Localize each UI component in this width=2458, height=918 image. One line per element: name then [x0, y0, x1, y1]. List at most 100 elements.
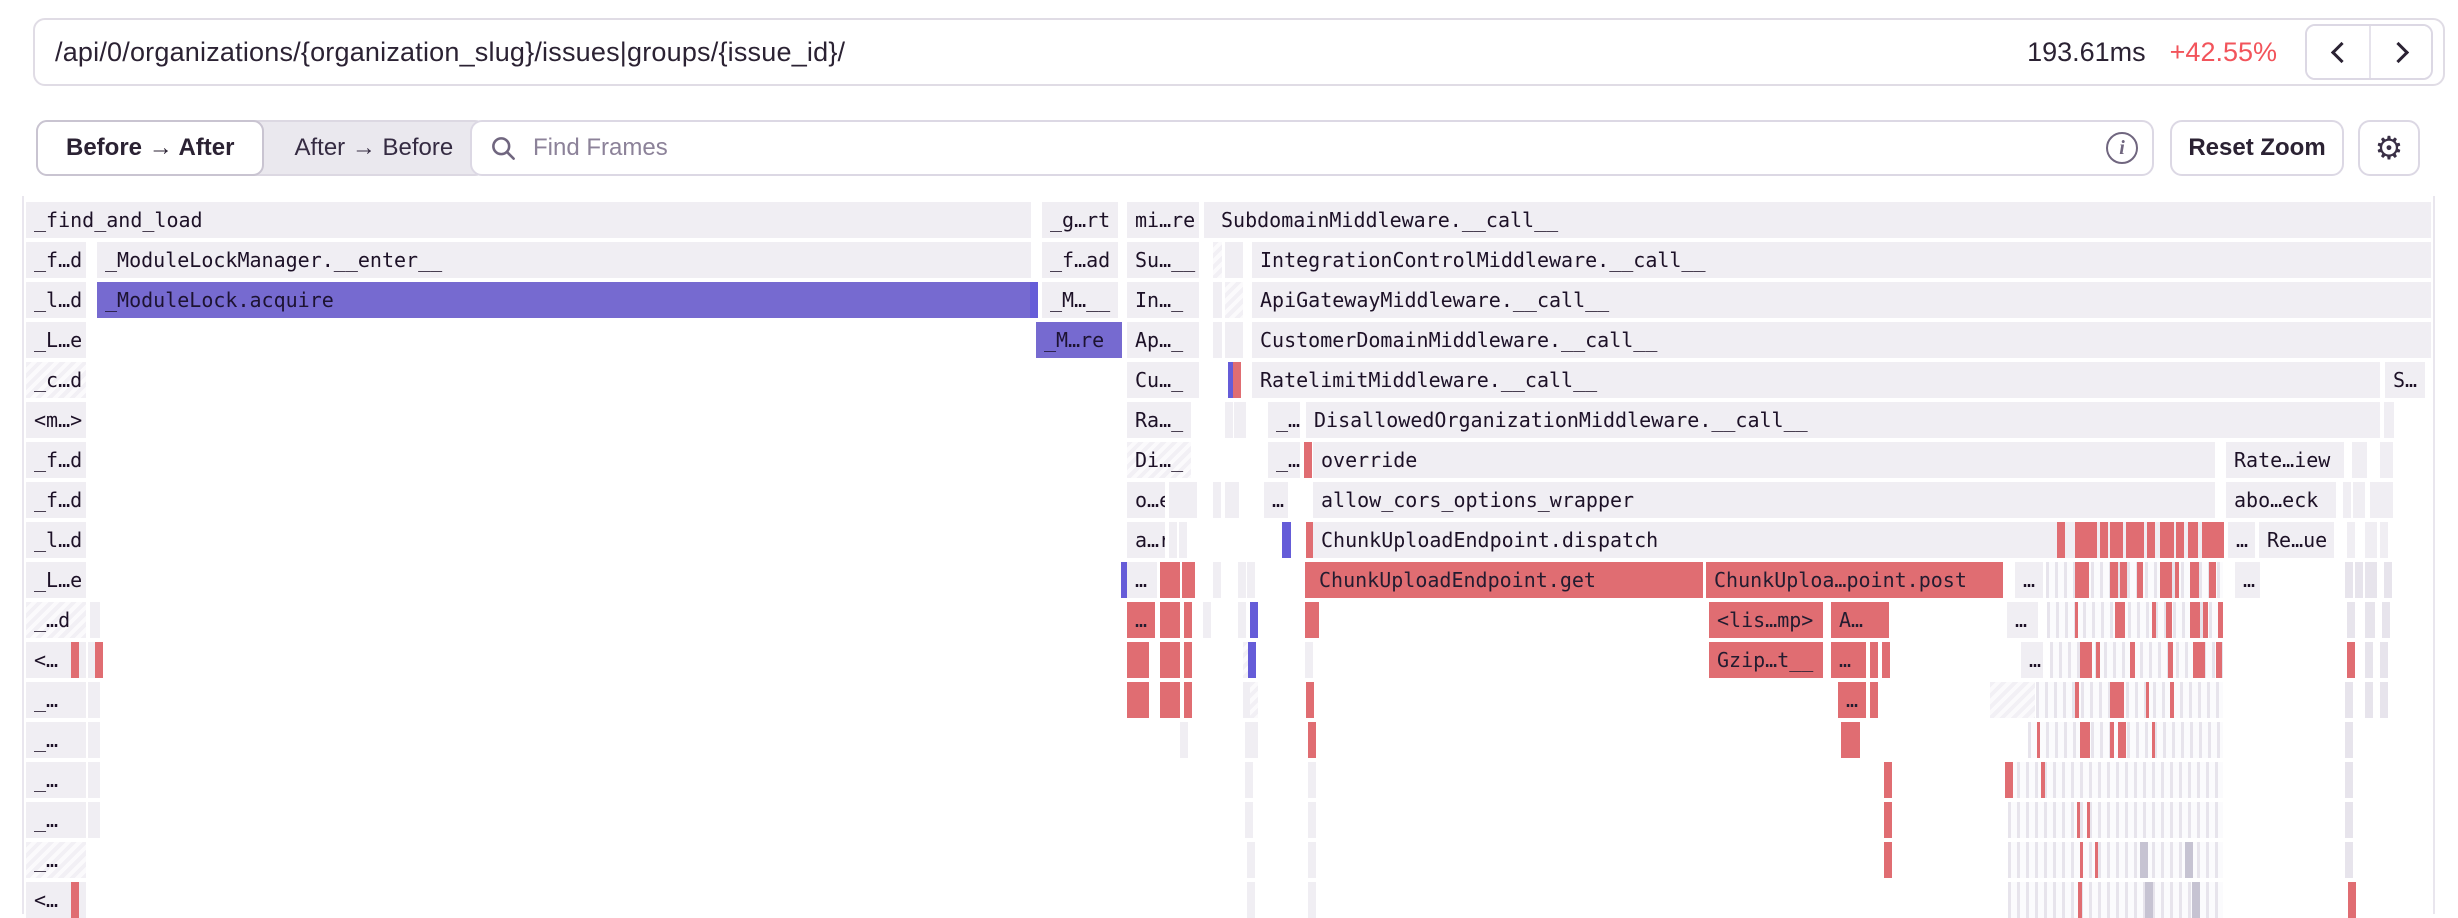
- flame-frame-sliver[interactable]: [1247, 882, 1255, 918]
- flame-frame-sliver[interactable]: [1160, 602, 1180, 638]
- flame-frame-sliver[interactable]: [1160, 642, 1180, 678]
- flame-frame-red-stripe[interactable]: [2096, 642, 2100, 678]
- flame-frame-sliver[interactable]: [2370, 482, 2393, 518]
- flame-frame-red-stripe[interactable]: [2087, 802, 2090, 838]
- flame-frame[interactable]: _c…d: [26, 362, 86, 398]
- flame-frame-sliver[interactable]: [1306, 682, 1314, 718]
- flame-frame[interactable]: Di…_: [1127, 442, 1191, 478]
- flame-frame[interactable]: …: [1127, 602, 1155, 638]
- flame-frame-red-stripe[interactable]: [2095, 842, 2098, 878]
- flame-frame-sliver[interactable]: [1248, 642, 1256, 678]
- flame-frame-sliver[interactable]: [1884, 762, 1892, 798]
- flame-frame-sliver[interactable]: [2380, 682, 2388, 718]
- flame-frame-red-stripe[interactable]: [2120, 562, 2127, 598]
- flame-frame-sliver[interactable]: [1169, 522, 1177, 558]
- flame-frame[interactable]: Gzip…t__: [1709, 642, 1823, 678]
- flame-frame-red-stripe[interactable]: [2203, 602, 2208, 638]
- flame-frame[interactable]: _M…re: [1036, 322, 1122, 358]
- flame-frame-sliver[interactable]: [2380, 642, 2388, 678]
- flame-frame[interactable]: <lis…mp>: [1709, 602, 1823, 638]
- flame-frame-red-stripe[interactable]: [2216, 642, 2222, 678]
- flame-frame[interactable]: …: [2228, 522, 2255, 558]
- flame-frame-sliver[interactable]: [88, 682, 100, 718]
- flame-frame-red-stripe[interactable]: [2218, 602, 2223, 638]
- flame-frame[interactable]: _f…ad: [1042, 242, 1118, 278]
- flame-frame[interactable]: Rate…iew: [2226, 442, 2344, 478]
- flame-frame-sliver[interactable]: [2384, 562, 2392, 598]
- flame-frame-red-stripe[interactable]: [2152, 602, 2156, 638]
- flame-frame-sliver[interactable]: [88, 802, 100, 838]
- flame-frame-red-stripe[interactable]: [2170, 682, 2174, 718]
- flame-frame[interactable]: …: [1264, 482, 1288, 518]
- flame-frame[interactable]: _…: [1268, 442, 1300, 478]
- flame-frame[interactable]: _l…d: [26, 282, 86, 318]
- flame-frame-sliver[interactable]: [1030, 282, 1038, 318]
- flame-frame-sliver[interactable]: [2345, 762, 2353, 798]
- flame-frame-sliver[interactable]: [1305, 642, 1313, 678]
- flame-frame-sliver[interactable]: [1308, 802, 1316, 838]
- flame-frame[interactable]: DisallowedOrganizationMiddleware.__call_…: [1306, 402, 2380, 438]
- flame-frame-sliver[interactable]: [1250, 602, 1258, 638]
- flame-frame-red-stripe[interactable]: [2137, 562, 2143, 598]
- flame-frame-sliver[interactable]: [1238, 562, 1246, 598]
- flame-frame[interactable]: SubdomainMiddleware.__call__: [1213, 202, 2431, 238]
- flame-frame[interactable]: _…: [26, 682, 86, 718]
- flame-frame[interactable]: _l…d: [26, 522, 86, 558]
- flame-frame-red-stripe[interactable]: [2080, 722, 2090, 758]
- flame-frame-sliver[interactable]: [1234, 402, 1246, 438]
- flame-frame-sliver[interactable]: [1184, 602, 1192, 638]
- flame-frame-sliver[interactable]: [1233, 362, 1241, 398]
- flame-frame-red-stripe[interactable]: [2075, 562, 2089, 598]
- flame-frame[interactable]: _ModuleLock.acquire: [97, 282, 1031, 318]
- flame-frame-sliver[interactable]: [2147, 522, 2155, 558]
- flame-frame-sliver[interactable]: [2347, 642, 2355, 678]
- flame-frame-sliver[interactable]: [2355, 562, 2363, 598]
- flame-frame-sliver[interactable]: [1308, 762, 1316, 798]
- flame-frame-red-stripe[interactable]: [2152, 722, 2155, 758]
- flame-frame-sliver[interactable]: [2365, 602, 2375, 638]
- flame-frame[interactable]: Ap…_: [1127, 322, 1199, 358]
- flame-frame-sliver[interactable]: [1187, 562, 1195, 598]
- flame-frame[interactable]: <m…>: [26, 402, 86, 438]
- flame-frame-sliver[interactable]: [2352, 442, 2367, 478]
- flame-frame[interactable]: _…: [1268, 402, 1300, 438]
- flame-frame[interactable]: …: [2235, 562, 2260, 598]
- flame-frame[interactable]: _ModuleLockManager.__enter__: [97, 242, 1031, 278]
- flame-frame-red-stripe[interactable]: [2078, 882, 2082, 918]
- flame-frame-sliver[interactable]: [1160, 682, 1180, 718]
- flame-frame[interactable]: In…_: [1127, 282, 1199, 318]
- flame-frame-sliver[interactable]: [2365, 642, 2373, 678]
- flame-frame-sliver[interactable]: [1308, 842, 1316, 878]
- flame-frame-sliver[interactable]: [2380, 442, 2393, 478]
- flame-frame-red-stripe[interactable]: [2077, 802, 2080, 838]
- flame-frame-sliver[interactable]: [1213, 242, 1222, 278]
- flame-frame-sliver[interactable]: [1308, 882, 1316, 918]
- flame-frame-sliver[interactable]: [1250, 682, 1258, 718]
- flame-frame-red-stripe[interactable]: [2190, 562, 2199, 598]
- flame-frame-sliver[interactable]: [2081, 522, 2097, 558]
- flame-frame[interactable]: _f…d: [26, 242, 86, 278]
- flame-frame-sliver[interactable]: [88, 762, 100, 798]
- flame-frame-sliver[interactable]: [1884, 802, 1892, 838]
- flame-frame-sliver[interactable]: [2160, 522, 2174, 558]
- flame-frame-sliver[interactable]: [1213, 322, 1222, 358]
- flame-stripe-band[interactable]: [2036, 682, 2223, 718]
- flame-frame-sliver[interactable]: [2133, 522, 2144, 558]
- flame-frame-red-stripe[interactable]: [2166, 602, 2172, 638]
- flame-frame-sliver[interactable]: [1127, 642, 1149, 678]
- flame-frame-sliver[interactable]: [1225, 402, 1233, 438]
- flame-frame-red-stripe[interactable]: [2080, 842, 2083, 878]
- flame-frame[interactable]: _…: [26, 762, 86, 798]
- flame-frame[interactable]: …: [2007, 602, 2038, 638]
- flame-frame[interactable]: …: [1127, 562, 1157, 598]
- flame-frame-sliver[interactable]: [2347, 522, 2355, 558]
- flame-frame[interactable]: _f…d: [26, 482, 86, 518]
- flame-frame[interactable]: _…: [26, 722, 86, 758]
- flame-frame-sliver[interactable]: [2365, 562, 2377, 598]
- flame-stripe-band[interactable]: [2046, 562, 2223, 598]
- flame-frame[interactable]: ChunkUploa…point.post: [1706, 562, 2003, 598]
- flame-frame[interactable]: …: [1831, 642, 1866, 678]
- flame-frame-sliver[interactable]: [1184, 642, 1192, 678]
- flame-frame-sliver[interactable]: [1250, 722, 1258, 758]
- flame-stripe-band[interactable]: [2050, 642, 2223, 678]
